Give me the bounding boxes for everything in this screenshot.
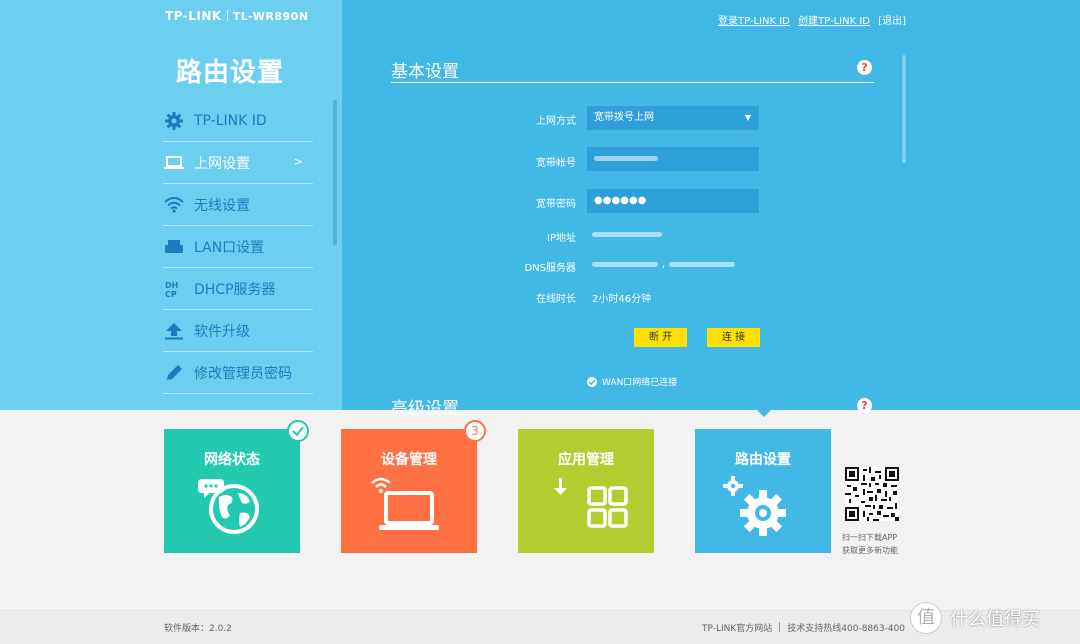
ip-value [592,229,662,240]
redacted-dns2 [669,261,736,267]
qr-caption-line1: 扫一扫下载APP [842,533,898,542]
sidebar-item-label: 软件升级 [194,323,250,340]
gears-icon [713,473,813,539]
wan-status-text: WAN口网络已连接 [602,378,678,388]
sidebar-item-upgrade[interactable]: 软件升级 [163,310,313,352]
wan-type-select[interactable]: 宽带拨号上网 ▼ [587,106,759,130]
model-name: TL-WR890N [232,10,309,23]
tile-network-status[interactable]: 网络状态 [164,429,300,553]
active-tile-pointer [755,408,773,417]
brand-name: TP-LINK [165,9,222,23]
wan-type-label: 上网方式 [536,116,576,127]
sidebar-item-label: 修改管理员密码 [194,365,292,382]
qr-code-icon [845,467,899,521]
sidebar-item-label: DHCP服务器 [194,281,276,298]
account-input[interactable] [587,147,759,171]
logout-link[interactable]: [退出] [878,16,906,27]
uptime-label: 在线时长 [536,294,576,305]
tile-label: 设备管理 [381,452,437,468]
divider [391,82,874,83]
sidebar-title: 路由设置 [176,58,285,88]
sidebar-item-label: TP-LINK ID [194,112,267,129]
sidebar-item-internet[interactable]: 上网设置 > [163,142,313,184]
software-version: 软件版本：2.0.2 [164,624,232,634]
tile-label: 路由设置 [735,452,791,468]
watermark-logo: 值 [910,602,942,634]
apps-icon [536,473,636,539]
sidebar: TP-LINK TL-WR890N 路由设置 TP-LINK ID 上网设置 > [0,0,342,410]
password-value: ●●●●●● [594,195,647,206]
redacted-ip [592,231,662,237]
sidebar-item-password[interactable]: 修改管理员密码 [163,352,313,394]
help-icon[interactable]: ? [857,398,872,413]
login-link[interactable]: 登录TP-LINK ID [718,16,790,27]
sidebar-menu: TP-LINK ID 上网设置 > 无线设置 LAN口设置 DH CP DHCP… [163,100,313,394]
help-icon[interactable]: ? [857,60,872,75]
footer-links: TP-LINK官方网站 技术支持热线400-8863-400 [702,621,905,634]
redacted-dns1 [592,261,658,267]
wan-type-value: 宽带拨号上网 [594,112,654,123]
header-links: 登录TP-LINK ID 创建TP-LINK ID [退出] [718,12,906,27]
dns-separator: , [662,259,666,270]
router-icon [163,236,185,258]
chevron-right-icon: > [293,155,303,168]
sidebar-item-label: LAN口设置 [194,239,265,256]
svg-text:CP: CP [165,290,177,299]
sidebar-item-dhcp[interactable]: DH CP DHCP服务器 [163,268,313,310]
create-id-link[interactable]: 创建TP-LINK ID [798,16,870,27]
laptop-icon [163,152,185,174]
official-site-link[interactable]: TP-LINK官方网站 [702,624,772,634]
connect-button[interactable]: 连 接 [707,328,760,347]
check-circle-icon [587,376,597,387]
support-hotline: 技术支持热线400-8863-400 [787,624,906,634]
tile-device-management[interactable]: 设备管理 [341,429,477,553]
sidebar-item-tplink-id[interactable]: TP-LINK ID [163,100,313,142]
content-scrollbar[interactable] [902,55,906,163]
tile-label: 应用管理 [558,452,614,468]
upload-icon [163,320,185,342]
password-input[interactable]: ●●●●●● [587,189,759,213]
sidebar-item-label: 上网设置 [194,155,250,172]
qr-caption: 扫一扫下载APP 获取更多新功能 [842,531,898,557]
tile-router-settings[interactable]: 路由设置 [695,429,831,553]
sidebar-item-lan[interactable]: LAN口设置 [163,226,313,268]
account-label: 宽带帐号 [536,158,576,169]
advanced-settings-title: 高级设置 [391,399,459,419]
tile-label: 网络状态 [204,452,260,468]
dns-value: , [592,259,736,270]
basic-settings-title: 基本设置 [391,62,459,82]
globe-icon [182,473,282,539]
laptop-wifi-icon [359,473,459,539]
brand-logo: TP-LINK TL-WR890N [165,9,309,23]
watermark-text: 什么值得买 [950,609,1040,630]
sidebar-scrollbar[interactable] [333,100,337,245]
svg-text:DH: DH [165,281,178,290]
dropdown-arrow-icon: ▼ [744,113,751,122]
wifi-icon [163,194,185,216]
qr-caption-line2: 获取更多新功能 [842,546,898,555]
sidebar-item-label: 无线设置 [194,197,250,214]
redacted-account [594,155,658,161]
uptime-value: 2小时46分钟 [592,294,652,305]
gear-icon [163,110,185,132]
watermark: 值 什么值得买 [910,602,1040,634]
password-label: 宽带密码 [536,199,576,210]
check-badge-icon [287,420,309,442]
sidebar-item-wireless[interactable]: 无线设置 [163,184,313,226]
dhcp-icon: DH CP [163,278,185,300]
wan-status: WAN口网络已连接 [587,375,677,388]
pencil-icon [163,362,185,384]
ip-label: IP地址 [547,233,576,244]
dns-label: DNS服务器 [524,263,576,274]
top-area: TP-LINK TL-WR890N 路由设置 TP-LINK ID 上网设置 > [0,0,1080,419]
device-count-badge: 3 [464,420,486,442]
tile-app-management[interactable]: 应用管理 [518,429,654,553]
disconnect-button[interactable]: 断 开 [634,328,687,347]
